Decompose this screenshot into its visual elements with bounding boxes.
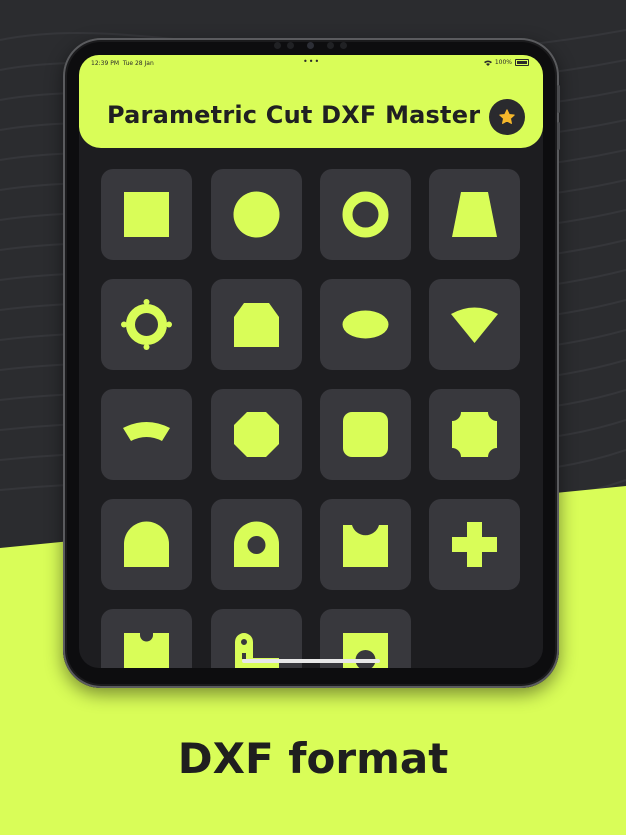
octagon-icon (234, 412, 279, 457)
volume-button (557, 122, 560, 150)
star-icon (499, 109, 515, 124)
square-icon (124, 192, 169, 237)
shape-concave-top-rect[interactable] (320, 499, 411, 590)
arch-with-hole-icon (234, 521, 279, 567)
battery-percent: 100% (494, 59, 512, 66)
shape-notched-square[interactable] (429, 389, 520, 480)
wifi-icon (483, 60, 492, 66)
app-header: 12:39 PM Tue 28 Jan ••• 100% Parametric … (79, 55, 543, 148)
shape-ellipse[interactable] (320, 279, 411, 370)
shape-flange[interactable] (101, 279, 192, 370)
date-text: Tue 28 Jan (122, 60, 154, 67)
chamfered-pentagon-icon (234, 303, 279, 347)
notched-square-icon (452, 412, 497, 457)
status-time: 12:39 PM Tue 28 Jan (91, 60, 154, 67)
sensor-dot (340, 42, 347, 49)
status-right: 100% (483, 59, 529, 66)
promo-caption: DXF format (177, 734, 449, 783)
shape-chamfered-pentagon[interactable] (211, 279, 302, 370)
ring-icon (342, 191, 389, 238)
home-indicator[interactable] (242, 659, 380, 663)
camera-icon (307, 42, 314, 49)
u-cutout-plate-icon (124, 633, 169, 668)
arc-segment-icon (123, 422, 170, 441)
shape-circle[interactable] (211, 169, 302, 260)
shape-sector[interactable] (429, 279, 520, 370)
rounded-square-icon (343, 412, 388, 457)
shape-arch-with-hole[interactable] (211, 499, 302, 590)
time-text: 12:39 PM (91, 60, 119, 67)
status-bar: 12:39 PM Tue 28 Jan ••• 100% (79, 55, 543, 73)
shape-arch[interactable] (101, 499, 192, 590)
shape-u-cutout-plate[interactable] (101, 609, 192, 668)
sector-icon (451, 307, 498, 343)
shape-arc-segment[interactable] (101, 389, 192, 480)
concave-top-rect-icon (343, 525, 388, 567)
arch-icon (124, 521, 169, 567)
page-title: Parametric Cut DXF Master (107, 101, 481, 129)
ellipse-icon (342, 310, 389, 339)
battery-icon (515, 59, 529, 66)
circle-icon (233, 191, 280, 238)
shape-square[interactable] (101, 169, 192, 260)
app-screen: 12:39 PM Tue 28 Jan ••• 100% Parametric … (79, 55, 543, 668)
multitask-dots[interactable]: ••• (303, 57, 320, 66)
sensor-dot (327, 42, 334, 49)
favorites-button[interactable] (489, 99, 525, 135)
sensor-dot (287, 42, 294, 49)
cross-icon (452, 522, 497, 567)
shape-rounded-square[interactable] (320, 389, 411, 480)
flange-icon (121, 299, 172, 350)
sensor-dot (274, 42, 281, 49)
trapezoid-icon (452, 192, 497, 237)
shape-ring[interactable] (320, 169, 411, 260)
shape-octagon[interactable] (211, 389, 302, 480)
shape-trapezoid[interactable] (429, 169, 520, 260)
shape-cross[interactable] (429, 499, 520, 590)
volume-button (557, 85, 560, 113)
